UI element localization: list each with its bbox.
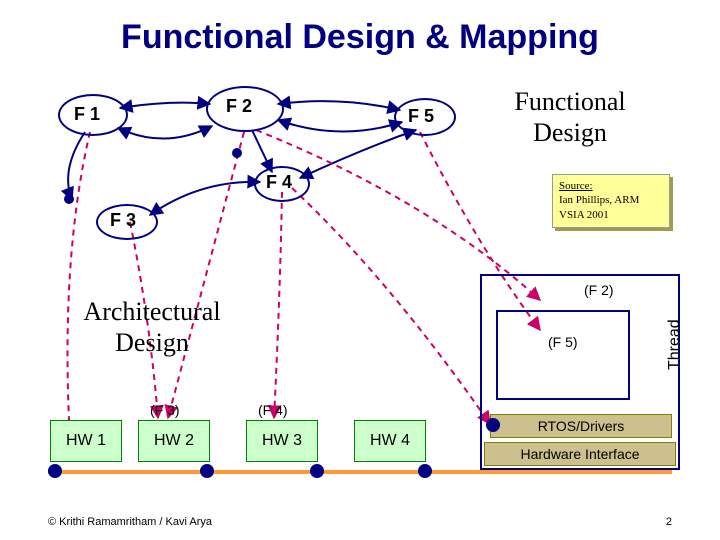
node-f1-label: F 1: [74, 104, 100, 125]
paren-f3: (F 3): [150, 402, 180, 418]
thread-label: Thread: [666, 319, 684, 370]
dot-left-f3: [64, 194, 74, 204]
node-f2-label: F 2: [226, 96, 252, 117]
hw3-box: HW 3: [246, 420, 318, 462]
footer-page-number: 2: [666, 516, 672, 528]
paren-f5: (F 5): [548, 334, 578, 350]
source-line3: VSIA 2001: [559, 208, 663, 222]
hw4-box: HW 4: [354, 420, 426, 462]
baseline-dot-3: [310, 464, 324, 478]
section-functional-label: FunctionalDesign: [490, 86, 650, 148]
hw2-label: HW 2: [154, 432, 194, 450]
hw4-label: HW 4: [370, 432, 410, 450]
source-line2: Ian Phillips, ARM: [559, 193, 663, 207]
source-line1: Source:: [559, 179, 663, 193]
rtos-bar: RTOS/Drivers: [490, 414, 672, 438]
baseline-bar: [48, 470, 672, 474]
page-title: Functional Design & Mapping: [0, 18, 720, 57]
baseline-dot-5: [486, 418, 500, 432]
hwif-bar: Hardware Interface: [484, 442, 676, 466]
footer-credit: © Krithi Ramamritham / Kavi Arya: [48, 516, 212, 528]
hw1-box: HW 1: [50, 420, 122, 462]
baseline-dot-4: [418, 464, 432, 478]
paren-f4: (F 4): [258, 402, 288, 418]
section-architectural-label: ArchitecturalDesign: [62, 296, 242, 358]
rtos-bar-label: RTOS/Drivers: [538, 418, 625, 434]
baseline-dot-2: [200, 464, 214, 478]
f5-box: [496, 310, 630, 400]
hw2-box: HW 2: [138, 420, 210, 462]
baseline-dot-1: [48, 464, 62, 478]
node-f4-label: F 4: [266, 172, 292, 193]
node-f5-label: F 5: [408, 106, 434, 127]
hwif-bar-label: Hardware Interface: [520, 446, 639, 462]
hw1-label: HW 1: [66, 432, 106, 450]
paren-f2: (F 2): [584, 282, 614, 298]
dot-under-f2: [232, 148, 242, 158]
node-f3-label: F 3: [110, 210, 136, 231]
source-note: Source: Ian Phillips, ARM VSIA 2001: [552, 174, 670, 228]
hw3-label: HW 3: [262, 432, 302, 450]
